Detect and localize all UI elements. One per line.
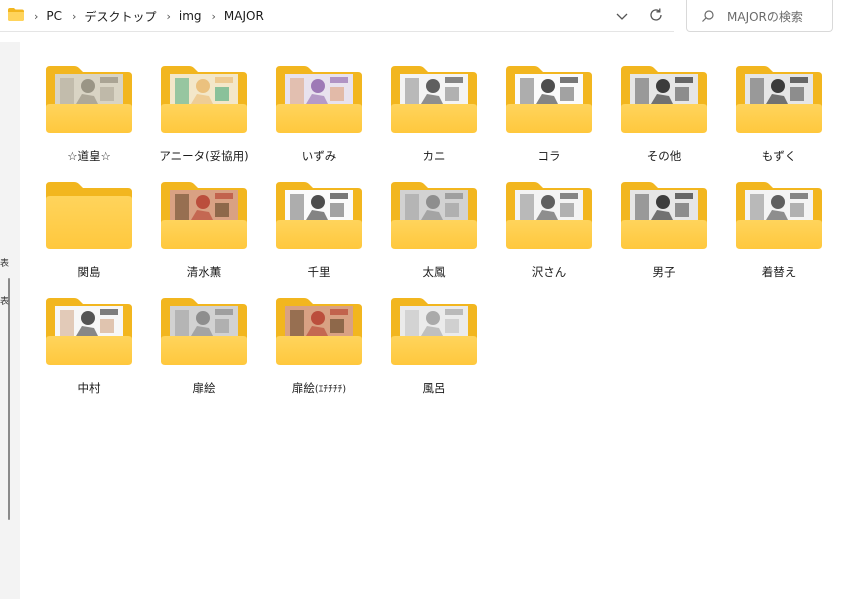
folder-name-text: 沢さん xyxy=(531,265,567,279)
folder-icon xyxy=(276,298,362,365)
folder-icon xyxy=(506,182,592,249)
folder-icon xyxy=(46,298,132,365)
folder-item[interactable]: いずみ xyxy=(267,66,367,176)
folder-icon xyxy=(736,66,822,133)
folder-name: 沢さん xyxy=(497,264,601,280)
folder-name-text: 風呂 xyxy=(422,381,446,395)
folder-icon xyxy=(46,66,132,133)
folder-name: 千里 xyxy=(267,264,371,280)
folder-name-suffix: (ｴﾁﾁﾁﾁ) xyxy=(314,384,347,395)
folder-item[interactable]: ☆道皇☆ xyxy=(37,66,137,176)
folder-name: アニータ(妥協用) xyxy=(152,148,256,164)
folder-name-text: 扉絵 xyxy=(192,381,216,395)
folder-item[interactable]: 沢さん xyxy=(497,182,597,292)
folder-name-text: 太鳳 xyxy=(422,265,446,279)
folder-icon xyxy=(736,182,822,249)
folder-name: 清水薫 xyxy=(152,264,256,280)
folder-icon xyxy=(391,182,477,249)
folder-name-text: いずみ xyxy=(301,149,337,163)
folder-name-text: もずく xyxy=(761,149,797,163)
folder-item[interactable]: コラ xyxy=(497,66,597,176)
folder-icon xyxy=(621,66,707,133)
folder-name-text: 中村 xyxy=(77,381,101,395)
folder-name-text: 男子 xyxy=(652,265,676,279)
folder-item[interactable]: 男子 xyxy=(612,182,712,292)
folder-name: 太鳳 xyxy=(382,264,486,280)
folder-icon xyxy=(276,182,362,249)
folder-name: 着替え xyxy=(727,264,831,280)
folder-name-text: 関島 xyxy=(77,265,101,279)
folder-name-text: 扉絵 xyxy=(291,381,315,395)
folder-name-text: 着替え xyxy=(761,265,797,279)
folder-icon xyxy=(161,298,247,365)
folder-name-text: カニ xyxy=(422,149,446,163)
folder-icon xyxy=(161,182,247,249)
folder-name-text: 清水薫 xyxy=(186,265,222,279)
folder-item[interactable]: 清水薫 xyxy=(152,182,252,292)
folder-icon xyxy=(391,298,477,365)
folder-icon xyxy=(276,66,362,133)
folder-item[interactable]: 着替え xyxy=(727,182,827,292)
folder-icon xyxy=(46,182,132,249)
folder-name: 中村 xyxy=(37,380,141,396)
folder-icon xyxy=(391,66,477,133)
folder-name-text: アニータ(妥協用) xyxy=(159,149,249,163)
folder-item[interactable]: その他 xyxy=(612,66,712,176)
folder-item[interactable]: 太鳳 xyxy=(382,182,482,292)
folder-item[interactable]: 扉絵 xyxy=(152,298,252,408)
folder-name: その他 xyxy=(612,148,716,164)
folder-name: いずみ xyxy=(267,148,371,164)
folder-name: 男子 xyxy=(612,264,716,280)
folder-name: カニ xyxy=(382,148,486,164)
folder-name: コラ xyxy=(497,148,601,164)
file-grid: ☆道皇☆ アニータ(妥協用) いずみ カニ コラ その他 もずく関島 清水薫 千里 太鳳 沢さん 男子… xyxy=(0,0,844,599)
folder-name: 風呂 xyxy=(382,380,486,396)
folder-name: 扉絵 xyxy=(152,380,256,396)
folder-name: 扉絵(ｴﾁﾁﾁﾁ) xyxy=(267,380,371,396)
folder-icon xyxy=(506,66,592,133)
folder-name: もずく xyxy=(727,148,831,164)
folder-name-text: ☆道皇☆ xyxy=(67,149,111,163)
folder-item[interactable]: もずく xyxy=(727,66,827,176)
folder-icon xyxy=(161,66,247,133)
folder-name-text: 千里 xyxy=(307,265,331,279)
folder-item[interactable]: アニータ(妥協用) xyxy=(152,66,252,176)
folder-item[interactable]: 千里 xyxy=(267,182,367,292)
folder-item[interactable]: カニ xyxy=(382,66,482,176)
folder-name: 関島 xyxy=(37,264,141,280)
folder-name-text: その他 xyxy=(646,149,682,163)
folder-item[interactable]: 風呂 xyxy=(382,298,482,408)
folder-name-text: コラ xyxy=(537,149,561,163)
folder-item[interactable]: 中村 xyxy=(37,298,137,408)
folder-name: ☆道皇☆ xyxy=(37,148,141,164)
folder-item[interactable]: 扉絵(ｴﾁﾁﾁﾁ) xyxy=(267,298,367,408)
folder-icon xyxy=(621,182,707,249)
folder-item[interactable]: 関島 xyxy=(37,182,137,292)
